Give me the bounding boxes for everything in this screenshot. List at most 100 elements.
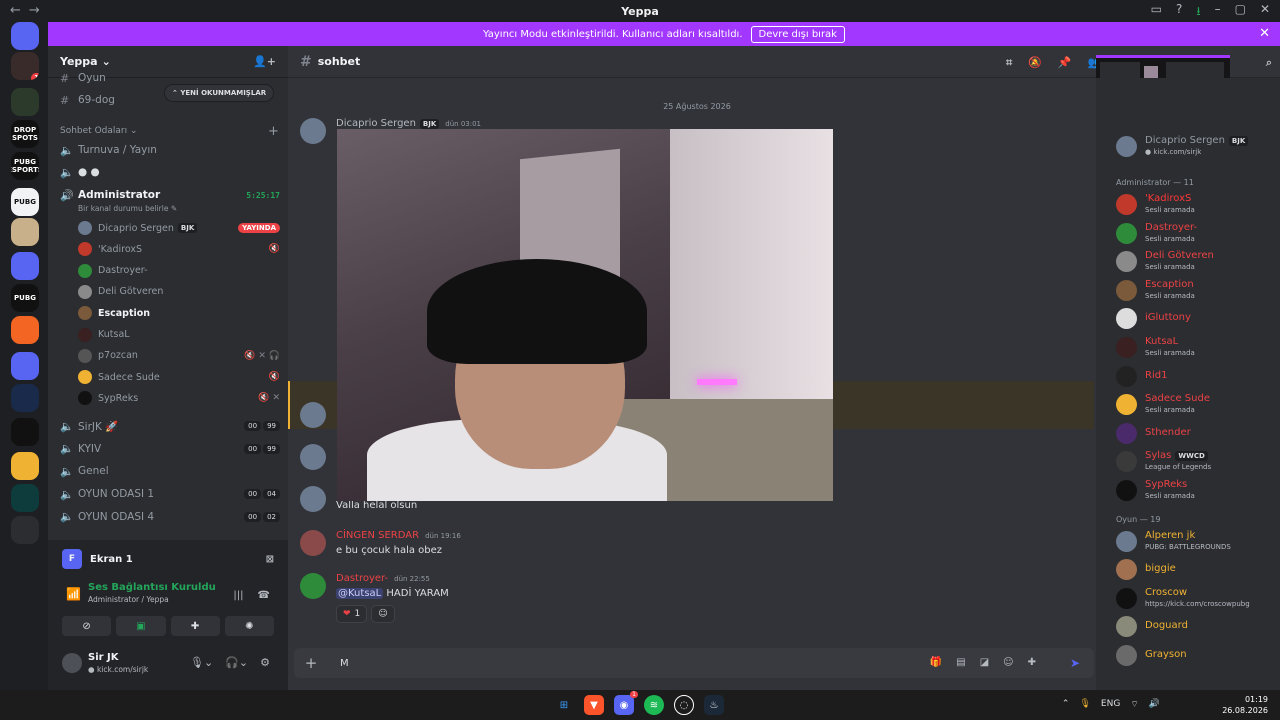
member-item[interactable]: biggie	[1116, 557, 1276, 583]
voice-user[interactable]: p7ozcan 🔇 ✕ 🎧	[78, 346, 280, 366]
screen-share-button[interactable]: ▣	[116, 616, 166, 636]
member-item[interactable]: Sylas WWCD League of Legends	[1116, 449, 1276, 475]
steam-icon[interactable]: ♨	[704, 695, 724, 715]
server-icon[interactable]	[11, 218, 39, 246]
voice-channel-administrator[interactable]: 🔊 Administrator 5:25:17	[56, 185, 280, 205]
channel-oyun[interactable]: # Oyun	[56, 72, 280, 84]
help-icon[interactable]: ?	[1176, 2, 1182, 23]
close-window-button[interactable]: ✕	[1260, 2, 1270, 23]
popout-icon[interactable]: ⊠	[266, 554, 274, 565]
server-icon[interactable]	[11, 516, 39, 544]
inbox-icon[interactable]: ▭	[1151, 2, 1162, 23]
new-unreads-pill[interactable]: ⌃ YENİ OKUNMAMIŞLAR	[164, 84, 275, 102]
apps-icon[interactable]: ✚	[1028, 657, 1036, 668]
soundboard-button[interactable]: ✺	[224, 616, 274, 636]
noise-suppression-icon[interactable]: |||	[233, 590, 243, 601]
member-item[interactable]: KutsaL Sesli aramada	[1116, 335, 1276, 361]
maximize-button[interactable]: ▢	[1235, 2, 1246, 23]
sticker-icon[interactable]: ◪	[980, 657, 989, 668]
discord-icon[interactable]: ◉ 1	[614, 691, 638, 715]
add-channel-icon[interactable]: +	[268, 124, 279, 139]
start-icon[interactable]: ⊞	[554, 695, 574, 715]
activities-button[interactable]: ✚	[170, 616, 220, 636]
volume-icon[interactable]: 🔊	[1149, 699, 1160, 710]
clock[interactable]: 01:19 26.08.2026	[1222, 694, 1268, 716]
voice-channel[interactable]: 🔈 Genel	[56, 461, 280, 481]
server-icon[interactable]	[11, 384, 39, 412]
message-author[interactable]: Dastroyer-	[336, 573, 388, 584]
user-mention[interactable]: @KutsaL	[336, 588, 384, 599]
member-item[interactable]: SypReks Sesli aramada	[1116, 478, 1276, 504]
member-item[interactable]: Sadece Sude Sesli aramada	[1116, 392, 1276, 418]
pin-icon[interactable]: 📌	[1058, 56, 1072, 70]
add-reaction-button[interactable]: ☺	[371, 605, 395, 623]
chrome-icon[interactable]: ◌	[674, 695, 694, 715]
server-icon[interactable]: 1	[11, 52, 39, 80]
mute-icon[interactable]: 🔕	[1028, 56, 1042, 70]
message-input[interactable]: M	[340, 658, 349, 669]
member-item[interactable]: Grayson	[1116, 643, 1276, 669]
attach-icon[interactable]: +	[294, 654, 328, 672]
spotify-icon[interactable]: ≋	[644, 695, 664, 715]
member-item[interactable]: 'KadiroxS Sesli aramada	[1116, 192, 1276, 218]
voice-user[interactable]: Dicaprio Sergen BJK YAYINDA	[78, 218, 280, 238]
message-author[interactable]: Dicaprio Sergen	[336, 118, 416, 129]
minimize-button[interactable]: –	[1215, 2, 1221, 23]
server-icon[interactable]: PUBG ESPORTS	[11, 152, 39, 180]
member-item[interactable]: Dastroyer- Sesli aramada	[1116, 221, 1276, 247]
search-icon[interactable]: ⌕	[1266, 56, 1272, 70]
microphone-icon[interactable]: 🎙⌄	[190, 656, 213, 669]
disable-streamer-mode-button[interactable]: Devre dışı bırak	[750, 25, 845, 43]
reaction-heart[interactable]: ❤ 1	[336, 605, 368, 623]
close-icon[interactable]: ✕	[1259, 26, 1270, 41]
voice-channel-turnuva[interactable]: 🔈 Turnuva / Yayın	[56, 140, 280, 160]
brave-icon[interactable]: ▼	[584, 695, 604, 715]
server-icon[interactable]	[11, 352, 39, 380]
avatar[interactable]	[300, 118, 326, 144]
message-author[interactable]: CİNGEN SERDAR	[336, 530, 419, 541]
send-icon[interactable]: ➤	[1070, 656, 1080, 670]
voice-channel[interactable]: 🔈 SirJK 🚀 00 99	[56, 416, 280, 436]
server-icon[interactable]: PUBG	[11, 188, 39, 216]
avatar[interactable]	[300, 486, 326, 512]
member-item[interactable]: Alperen jk PUBG: BATTLEGROUNDS	[1116, 529, 1276, 555]
server-icon[interactable]	[11, 88, 39, 116]
wifi-icon[interactable]: ⌔	[1130, 699, 1138, 710]
voice-channel[interactable]: 🔈 OYUN ODASI 4 00 02	[56, 507, 280, 527]
gear-icon[interactable]: ⚙	[260, 656, 270, 669]
member-item[interactable]: Dicaprio Sergen BJK ● kick.com/sirjk	[1116, 134, 1276, 160]
chevron-up-icon[interactable]: ⌃	[1062, 699, 1070, 710]
member-item[interactable]: Doguard	[1116, 614, 1276, 640]
headphones-icon[interactable]: 🎧⌄	[225, 656, 248, 669]
server-icon[interactable]: PUBG	[11, 284, 39, 312]
server-icon[interactable]	[11, 484, 39, 512]
message-composer[interactable]: + M 🎁 ▤ ◪ ☺ ✚ ➤	[294, 648, 1094, 678]
avatar[interactable]	[300, 573, 326, 599]
download-icon[interactable]: ⭳	[1196, 2, 1200, 23]
voice-channel-unnamed[interactable]: 🔈 ● ●	[56, 162, 280, 182]
voice-channel[interactable]: 🔈 KYIV 00 99	[56, 439, 280, 459]
server-icon[interactable]: DROP SPOTS	[11, 120, 39, 148]
threads-icon[interactable]: ⌗	[1006, 56, 1012, 70]
disconnect-icon[interactable]: ☎	[258, 590, 270, 601]
voice-user[interactable]: Escaption	[78, 303, 280, 323]
member-item[interactable]: Rid1	[1116, 364, 1276, 390]
voice-user[interactable]: SypReks 🔇 ✕	[78, 388, 280, 408]
channel-status[interactable]: Bir kanal durumu belirle ✎	[78, 204, 177, 213]
avatar[interactable]	[300, 402, 326, 428]
screen-share-row[interactable]: F Ekran 1 ⊠	[62, 548, 274, 570]
microphone-icon[interactable]: 🎙	[1079, 699, 1090, 710]
invite-icon[interactable]: 👤+	[253, 55, 276, 68]
gift-icon[interactable]: 🎁	[930, 657, 942, 668]
voice-user[interactable]: Dastroyer-	[78, 261, 280, 281]
voice-channel[interactable]: 🔈 OYUN ODASI 1 00 04	[56, 484, 280, 504]
avatar[interactable]	[300, 444, 326, 470]
camera-off-button[interactable]: ⊘	[62, 616, 112, 636]
voice-category[interactable]: Sohbet Odaları ⌄ +	[60, 124, 279, 139]
emoji-icon[interactable]: ☺	[1003, 657, 1013, 668]
voice-user[interactable]: KutsaL	[78, 325, 280, 345]
video-attachment[interactable]	[337, 129, 833, 501]
language-indicator[interactable]: ENG	[1101, 699, 1120, 710]
current-user[interactable]: Sir JK ● kick.com/sirjk 🎙⌄ 🎧⌄ ⚙	[62, 650, 274, 680]
server-icon[interactable]	[11, 418, 39, 446]
